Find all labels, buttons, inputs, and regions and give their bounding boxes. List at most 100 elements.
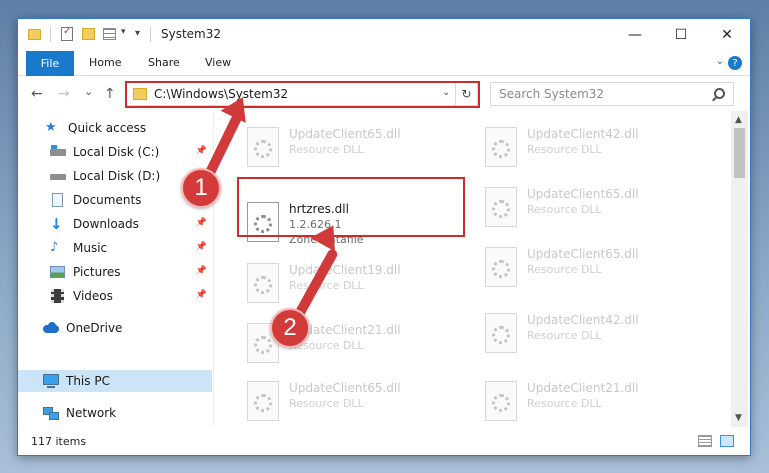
pictures-icon — [50, 265, 66, 279]
file-name: hrtzres.dll — [289, 202, 349, 216]
sidebar-item-downloads[interactable]: ↓ Downloads 📌 — [18, 213, 212, 235]
up-button[interactable]: ↑ — [104, 86, 116, 102]
file-tile[interactable]: UpdateClient19.dll Resource DLL — [239, 257, 469, 309]
scrollbar-thumb[interactable] — [734, 128, 745, 178]
sidebar-item-label: Downloads — [73, 217, 139, 231]
navigation-pane: ★ Quick access Local Disk (C:) 📌 Local D… — [18, 111, 214, 427]
drive-icon — [50, 145, 66, 159]
videos-icon — [50, 289, 66, 303]
file-type: Resource DLL — [289, 397, 364, 410]
pin-icon[interactable]: 📌 — [196, 218, 207, 228]
sidebar-item-pictures[interactable]: Pictures 📌 — [18, 261, 212, 283]
file-name: UpdateClient42.dll — [527, 127, 639, 141]
dll-file-icon — [485, 381, 517, 421]
sidebar-item-label: Quick access — [68, 121, 147, 135]
file-name: UpdateClient65.dll — [289, 127, 401, 141]
file-type: Resource DLL — [289, 143, 364, 156]
navigation-bar: ← → ⌄ ↑ C:\Windows\System32 ⌄ ↻ Search S… — [18, 77, 750, 111]
file-type: Resource DLL — [289, 279, 364, 292]
scroll-up-icon[interactable]: ▲ — [735, 115, 742, 125]
file-type: Resource DLL — [527, 329, 602, 342]
documents-icon — [50, 193, 66, 207]
pin-icon[interactable]: 📌 — [196, 146, 207, 156]
ribbon-tabs: File Home Share View ⌄ ? — [18, 51, 750, 76]
star-icon: ★ — [45, 120, 57, 135]
item-count: 117 items — [31, 435, 87, 448]
dll-file-icon — [247, 202, 279, 242]
sidebar-item-local-disk-c[interactable]: Local Disk (C:) 📌 — [18, 141, 212, 163]
step-1-badge: 1 — [181, 168, 221, 208]
pin-icon[interactable]: 📌 — [196, 290, 207, 300]
file-name: UpdateClient65.dll — [289, 381, 401, 395]
file-name: UpdateClient42.dll — [527, 313, 639, 327]
view-options-icon[interactable] — [103, 28, 116, 40]
tab-share[interactable]: Share — [148, 56, 180, 69]
file-explorer-window: ▾ ▾ System32 — ☐ ✕ File Home Share View … — [17, 18, 751, 456]
file-type: Resource DLL — [527, 397, 602, 410]
dll-file-icon — [247, 263, 279, 303]
file-tile-hrtzres[interactable]: hrtzres.dll 1.2.626.1 Zone Datafile — [239, 196, 469, 256]
sidebar-item-onedrive[interactable]: OneDrive — [18, 317, 212, 339]
sidebar-item-videos[interactable]: Videos 📌 — [18, 285, 212, 307]
vertical-scrollbar[interactable]: ▲ ▼ — [731, 111, 748, 427]
sidebar-item-label: Network — [66, 406, 117, 420]
sidebar-item-label: Local Disk (C:) — [73, 145, 160, 159]
tab-file[interactable]: File — [26, 51, 74, 76]
sidebar-item-label: Local Disk (D:) — [73, 169, 161, 183]
computer-icon — [43, 374, 59, 388]
pin-icon[interactable]: 📌 — [196, 266, 207, 276]
details-view-icon[interactable] — [698, 435, 712, 447]
sidebar-item-network[interactable]: Network — [18, 402, 212, 424]
dll-file-icon — [247, 127, 279, 167]
dll-file-icon — [485, 127, 517, 167]
file-tile[interactable]: UpdateClient65.dll Resource DLL — [239, 375, 469, 427]
file-name: UpdateClient21.dll — [527, 381, 639, 395]
tab-home[interactable]: Home — [89, 56, 121, 69]
file-type: Resource DLL — [527, 263, 602, 276]
search-input[interactable]: Search System32 — [490, 82, 734, 106]
file-tile[interactable]: UpdateClient65.dll Resource DLL — [477, 241, 707, 293]
close-button[interactable]: ✕ — [704, 19, 750, 50]
forward-button[interactable]: → — [58, 86, 70, 102]
properties-icon[interactable] — [61, 26, 73, 41]
sidebar-item-label: OneDrive — [66, 321, 123, 335]
new-folder-icon[interactable] — [82, 28, 95, 40]
back-button[interactable]: ← — [31, 86, 43, 102]
file-type: Resource DLL — [527, 203, 602, 216]
dll-file-icon — [485, 247, 517, 287]
separator — [50, 27, 51, 42]
file-tile[interactable]: UpdateClient21.dll Resource DLL — [477, 375, 707, 427]
title-bar: ▾ ▾ System32 — ☐ ✕ — [18, 19, 750, 51]
file-tile[interactable]: UpdateClient42.dll Resource DLL — [477, 121, 707, 173]
onedrive-icon — [43, 321, 59, 335]
sidebar-item-this-pc[interactable]: This PC — [18, 370, 212, 392]
chevron-down-icon[interactable]: ▾ — [121, 27, 126, 37]
expand-ribbon-icon[interactable]: ⌄ — [716, 56, 724, 67]
refresh-button[interactable]: ↻ — [455, 83, 477, 105]
file-list: UpdateClient65.dll Resource DLL hrtzres.… — [215, 111, 731, 427]
help-icon[interactable]: ? — [728, 56, 742, 70]
scroll-down-icon[interactable]: ▼ — [735, 413, 742, 423]
sidebar-item-label: Documents — [73, 193, 142, 207]
tiles-view-icon[interactable] — [720, 435, 734, 447]
recent-locations-button[interactable]: ⌄ — [84, 85, 93, 98]
file-name: UpdateClient19.dll — [289, 263, 401, 277]
pin-icon[interactable]: 📌 — [196, 242, 207, 252]
download-icon: ↓ — [50, 215, 63, 233]
sidebar-item-music[interactable]: ♪ Music 📌 — [18, 237, 212, 259]
file-tile[interactable]: UpdateClient42.dll Resource DLL — [477, 307, 707, 359]
sidebar-item-quick-access[interactable]: ★ Quick access — [18, 117, 212, 139]
dll-file-icon — [247, 381, 279, 421]
address-path[interactable]: C:\Windows\System32 — [154, 87, 288, 101]
file-tile[interactable]: UpdateClient65.dll Resource DLL — [239, 121, 469, 173]
address-bar[interactable]: C:\Windows\System32 ⌄ ↻ — [126, 82, 478, 106]
file-tile[interactable]: UpdateClient65.dll Resource DLL — [477, 181, 707, 233]
network-icon — [43, 406, 59, 420]
minimize-button[interactable]: — — [612, 19, 658, 50]
maximize-button[interactable]: ☐ — [658, 19, 704, 50]
search-icon[interactable] — [714, 88, 725, 99]
chevron-down-icon[interactable]: ⌄ — [442, 87, 450, 98]
customize-toolbar-icon[interactable]: ▾ — [135, 28, 140, 39]
folder-icon — [28, 29, 41, 40]
tab-view[interactable]: View — [205, 56, 231, 69]
